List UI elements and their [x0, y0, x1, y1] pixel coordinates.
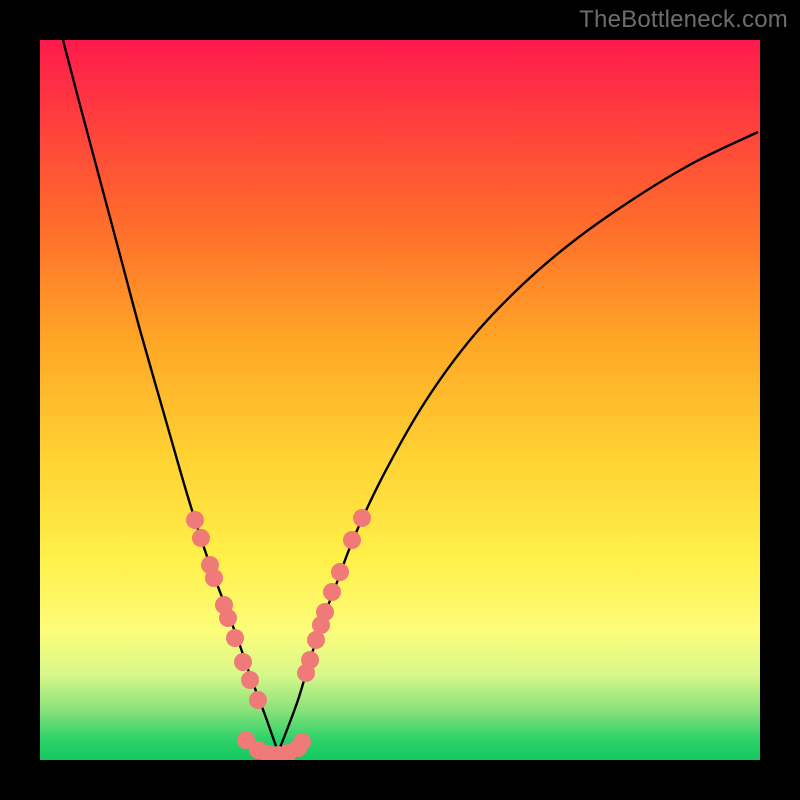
data-dot: [249, 691, 267, 709]
data-dot: [353, 509, 371, 527]
chart-frame: TheBottleneck.com: [0, 0, 800, 800]
curve-right-branch: [278, 132, 758, 752]
data-dot: [343, 531, 361, 549]
plot-area: [40, 40, 760, 760]
data-dot: [241, 671, 259, 689]
data-dot: [226, 629, 244, 647]
data-dot: [323, 583, 341, 601]
dot-layer: [186, 509, 371, 760]
watermark-label: TheBottleneck.com: [579, 6, 788, 34]
data-dot: [234, 653, 252, 671]
data-dot: [293, 733, 311, 751]
data-dot: [219, 609, 237, 627]
data-dot: [205, 569, 223, 587]
data-dot: [192, 529, 210, 547]
curve-layer: [40, 40, 760, 760]
curve-left-branch: [63, 40, 278, 752]
data-dot: [316, 603, 334, 621]
data-dot: [301, 651, 319, 669]
data-dot: [186, 511, 204, 529]
data-dot: [331, 563, 349, 581]
